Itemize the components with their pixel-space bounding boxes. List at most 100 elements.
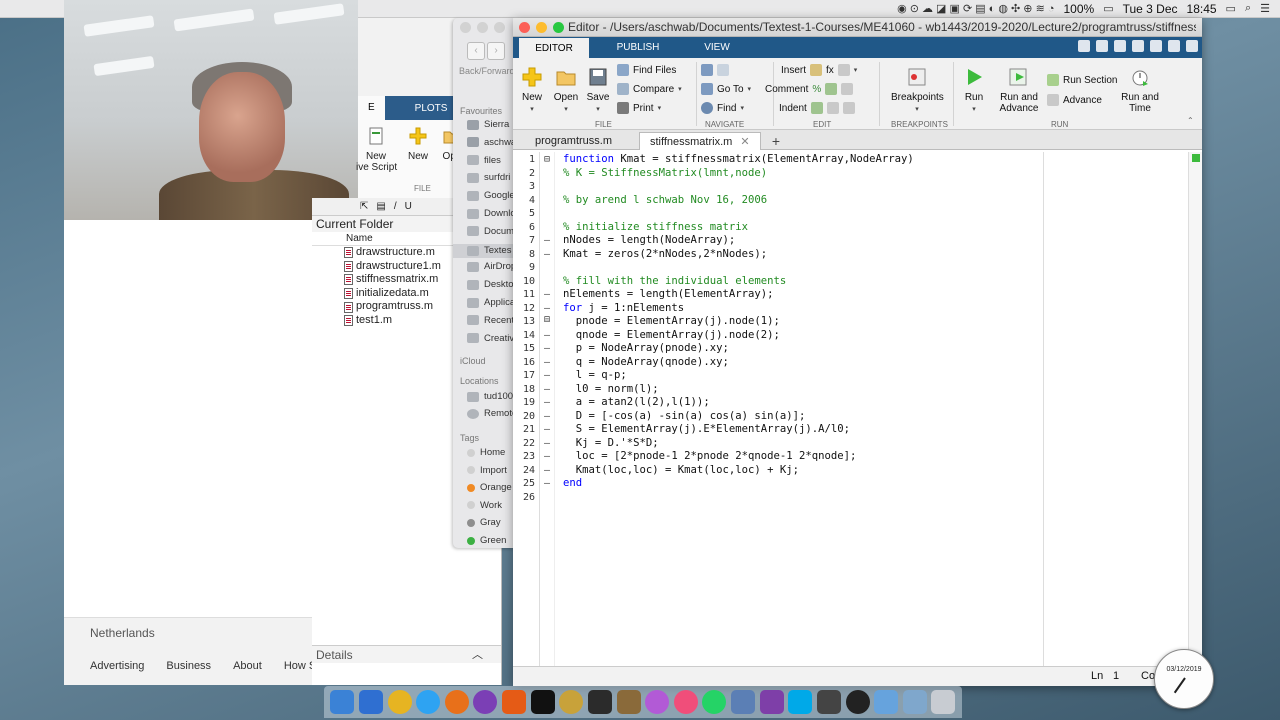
- tab-home[interactable]: E: [358, 96, 385, 120]
- skype-icon[interactable]: [788, 690, 813, 714]
- display-icon[interactable]: ▭: [1226, 2, 1236, 15]
- footer-link-business[interactable]: Business: [166, 660, 211, 672]
- help-icon[interactable]: [1186, 40, 1198, 52]
- line-marker[interactable]: –: [544, 357, 550, 368]
- insert-button[interactable]: Insert fx ▾: [781, 64, 857, 76]
- code-line[interactable]: Kmat(loc,loc) = Kmat(loc,loc) + Kj;: [563, 464, 799, 476]
- line-marker[interactable]: –: [544, 343, 550, 354]
- line-marker[interactable]: –: [544, 424, 550, 435]
- line-marker[interactable]: –: [544, 249, 550, 260]
- folder-icon[interactable]: [874, 690, 899, 714]
- app-store-icon[interactable]: [358, 690, 383, 714]
- indent-button[interactable]: Indent: [779, 102, 855, 114]
- run-and-advance-button[interactable]: Run and Advance: [997, 66, 1041, 114]
- advance-button[interactable]: Advance: [1047, 94, 1102, 106]
- finder-sidebar-item[interactable]: aschwab: [467, 137, 515, 148]
- finder-sidebar-item[interactable]: Docum: [467, 226, 514, 237]
- code-line[interactable]: qnode = ElementArray(j).node(2);: [563, 329, 780, 341]
- tag-item[interactable]: Work: [467, 500, 502, 511]
- navigate-back-forward[interactable]: [701, 64, 729, 76]
- app-icon[interactable]: [731, 690, 756, 714]
- save-quick-icon[interactable]: [1078, 40, 1090, 52]
- vertical-scrollbar[interactable]: [1188, 152, 1202, 666]
- compare-button[interactable]: Compare ▾: [617, 83, 682, 95]
- whatsapp-icon[interactable]: [702, 690, 727, 714]
- code-line[interactable]: Kj = D.'*S*D;: [563, 437, 659, 449]
- status-icons[interactable]: ◉ ⊙ ☁ ◪ ▣ ⟳ ▤ ◐ ◍ ✣ ⊕ ≋ ◔: [897, 2, 1054, 15]
- code-line[interactable]: Kmat = zeros(2*nNodes,2*nNodes);: [563, 248, 767, 260]
- paste-quick-icon[interactable]: [1132, 40, 1144, 52]
- find-button[interactable]: Find ▾: [701, 102, 744, 114]
- finder-sidebar-item[interactable]: Sierra: [467, 119, 509, 130]
- menubar-time[interactable]: 18:45: [1187, 2, 1217, 16]
- tab-view[interactable]: VIEW: [685, 37, 749, 58]
- code-line[interactable]: % K = StiffnessMatrix(lmnt,node): [563, 167, 767, 179]
- code-editor[interactable]: 1 2 3 4 5 6 7 8 9 10 11 12 13 14 15 16 17 18 19 20 21 22 23 24 2…: [513, 152, 1202, 666]
- run-section-button[interactable]: Run Section: [1047, 74, 1117, 86]
- path-segment[interactable]: U: [405, 201, 412, 212]
- photos-icon[interactable]: [645, 690, 670, 714]
- finder-sidebar-item[interactable]: Recent: [467, 315, 514, 326]
- tab-plots[interactable]: PLOTS: [405, 103, 458, 114]
- open-button[interactable]: Open ▾: [551, 66, 581, 115]
- audio-app-icon[interactable]: [559, 690, 584, 714]
- chrome-icon[interactable]: [387, 690, 412, 714]
- safari-icon[interactable]: [416, 690, 441, 714]
- tag-item[interactable]: Import: [467, 465, 507, 476]
- browse-folder-icon[interactable]: ▤: [376, 201, 385, 212]
- new-tab-button[interactable]: +: [765, 132, 787, 150]
- activity-monitor-icon[interactable]: [587, 690, 612, 714]
- itunes-icon[interactable]: [673, 690, 698, 714]
- minimize-window-button[interactable]: [477, 22, 488, 33]
- find-files-button[interactable]: Find Files: [617, 64, 676, 76]
- footer-link-advertising[interactable]: Advertising: [90, 660, 144, 672]
- line-marker[interactable]: –: [544, 330, 550, 341]
- code-line[interactable]: a = atan2(l(2),l(1));: [563, 396, 710, 408]
- fx-icon[interactable]: fx: [826, 65, 834, 76]
- new-button[interactable]: New ▾: [519, 66, 545, 115]
- onenote-icon[interactable]: [759, 690, 784, 714]
- location-item[interactable]: tud100: [467, 391, 513, 402]
- finder-sidebar-item[interactable]: surfdri: [467, 172, 510, 183]
- line-marker[interactable]: –: [544, 397, 550, 408]
- close-window-button[interactable]: [460, 22, 471, 33]
- footer-link-about[interactable]: About: [233, 660, 262, 672]
- finder-sidebar-item[interactable]: AirDrop: [467, 261, 515, 272]
- line-marker[interactable]: –: [544, 411, 550, 422]
- battery-icon[interactable]: ▭: [1103, 2, 1113, 15]
- save-button[interactable]: Save ▾: [583, 66, 613, 115]
- line-marker[interactable]: –: [544, 478, 550, 489]
- collapse-ribbon-icon[interactable]: ⌃: [1187, 116, 1194, 125]
- file-tab-stiffnessmatrix[interactable]: stiffnessmatrix.m ✕: [639, 132, 761, 150]
- matlab-icon[interactable]: [502, 690, 527, 714]
- code-line[interactable]: D = [-cos(a) -sin(a) cos(a) sin(a)];: [563, 410, 806, 422]
- cut-quick-icon[interactable]: [1096, 40, 1108, 52]
- line-marker[interactable]: –: [544, 451, 550, 462]
- tag-item[interactable]: Gray: [467, 517, 501, 528]
- podcasts-icon[interactable]: [473, 690, 498, 714]
- finder-sidebar-item[interactable]: Google: [467, 190, 515, 201]
- trash-icon[interactable]: [931, 690, 956, 714]
- finder-icon[interactable]: [330, 690, 355, 714]
- spotlight-search-icon[interactable]: ⌕: [1245, 2, 1251, 15]
- battery-percent[interactable]: 100%: [1063, 2, 1094, 16]
- comment-button[interactable]: Comment%: [765, 83, 854, 95]
- line-marker[interactable]: –: [544, 370, 550, 381]
- downloads-icon[interactable]: [902, 690, 927, 714]
- menubar-date[interactable]: Tue 3 Dec: [1123, 2, 1178, 16]
- go-to-button[interactable]: Go To ▾: [701, 83, 751, 95]
- percent-icon[interactable]: %: [812, 84, 821, 95]
- code-line[interactable]: S = ElementArray(j).E*ElementArray(j).A/…: [563, 423, 850, 435]
- line-marker[interactable]: –: [544, 438, 550, 449]
- run-button[interactable]: Run ▾: [961, 66, 987, 115]
- new-live-script-button[interactable]: New ive Script: [356, 126, 397, 173]
- line-marker[interactable]: –: [544, 384, 550, 395]
- code-line[interactable]: % by arend l schwab Nov 16, 2006: [563, 194, 767, 206]
- line-marker[interactable]: ⊟: [544, 154, 550, 165]
- tag-item[interactable]: Orange: [467, 482, 512, 493]
- zoom-window-button[interactable]: [494, 22, 505, 33]
- line-marker[interactable]: –: [544, 235, 550, 246]
- close-tab-icon[interactable]: ✕: [740, 136, 749, 148]
- code-line[interactable]: % fill with the individual elements: [563, 275, 786, 287]
- finder-sidebar-item[interactable]: Downlo: [467, 208, 515, 219]
